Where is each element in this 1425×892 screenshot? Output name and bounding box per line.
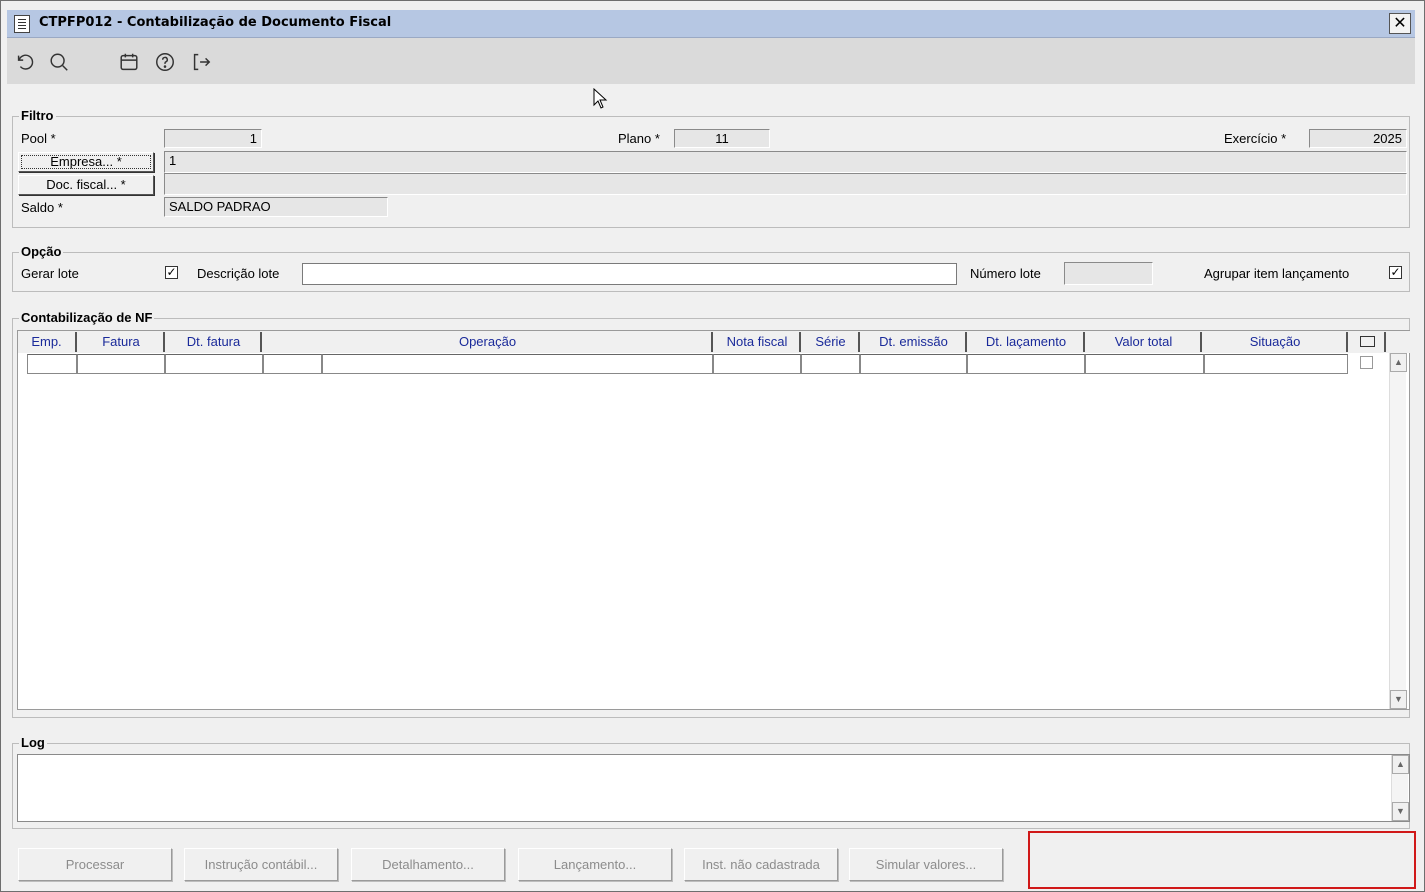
agrupar-checkbox[interactable]: ✓ xyxy=(1389,266,1402,279)
col-valor-total[interactable]: Valor total xyxy=(1087,332,1202,352)
col-situacao[interactable]: Situação xyxy=(1204,332,1348,352)
title-bar: CTPFP012 - Contabilização de Documento F… xyxy=(7,10,1415,38)
pool-label: Pool * xyxy=(21,131,56,146)
log-scrollbar[interactable]: ▲ ▼ xyxy=(1391,755,1409,821)
nf-grid: Emp. Fatura Dt. fatura Operação Nota fis… xyxy=(17,330,1411,710)
cell-dt-lancamento[interactable] xyxy=(967,354,1085,374)
cell-nota-fiscal[interactable] xyxy=(713,354,801,374)
col-serie[interactable]: Série xyxy=(803,332,860,352)
highlight-box xyxy=(1028,831,1416,889)
cell-valor-total[interactable] xyxy=(1085,354,1204,374)
document-icon xyxy=(14,15,30,33)
exit-icon[interactable] xyxy=(189,50,213,74)
log-legend: Log xyxy=(19,735,47,750)
plano-field[interactable]: 11 xyxy=(674,129,770,148)
grid-scrollbar[interactable]: ▲ ▼ xyxy=(1389,353,1407,709)
gerar-lote-label: Gerar lote xyxy=(21,266,79,281)
log-textarea[interactable] xyxy=(17,754,1410,822)
close-button[interactable]: ✕ xyxy=(1389,13,1411,34)
search-icon[interactable] xyxy=(47,50,71,74)
filtro-legend: Filtro xyxy=(19,108,56,123)
exercicio-field[interactable]: 2025 xyxy=(1309,129,1407,148)
cell-dt-fatura[interactable] xyxy=(165,354,263,374)
calendar-icon[interactable] xyxy=(117,50,141,74)
undo-icon[interactable] xyxy=(13,50,37,74)
grid-scroll-down-button[interactable]: ▼ xyxy=(1390,690,1407,709)
saldo-label: Saldo * xyxy=(21,200,63,215)
window-title: CTPFP012 - Contabilização de Documento F… xyxy=(39,15,392,30)
saldo-field[interactable]: SALDO PADRAO xyxy=(164,197,388,217)
col-dt-fatura[interactable]: Dt. fatura xyxy=(167,332,262,352)
cell-dt-emissao[interactable] xyxy=(860,354,967,374)
col-emp[interactable]: Emp. xyxy=(18,332,77,352)
mouse-cursor-icon xyxy=(593,88,608,109)
empresa-field[interactable]: 1 xyxy=(164,151,1407,173)
numero-lote-field[interactable] xyxy=(1064,262,1153,285)
instrucao-contabil-button[interactable]: Instrução contábil... xyxy=(184,848,338,881)
log-scroll-up-button[interactable]: ▲ xyxy=(1392,755,1409,774)
plano-label: Plano * xyxy=(618,131,660,146)
col-select-all[interactable] xyxy=(1350,332,1386,352)
exercicio-label: Exercício * xyxy=(1224,131,1287,146)
cell-operacao-code[interactable] xyxy=(263,354,322,374)
contabilizacao-legend: Contabilização de NF xyxy=(19,310,155,325)
select-all-icon xyxy=(1359,336,1375,347)
col-operacao[interactable]: Operação xyxy=(264,332,713,352)
help-icon[interactable] xyxy=(153,50,177,74)
doc-fiscal-field[interactable] xyxy=(164,173,1407,195)
grid-header: Emp. Fatura Dt. fatura Operação Nota fis… xyxy=(18,331,1411,353)
col-dt-emissao[interactable]: Dt. emissão xyxy=(862,332,967,352)
cell-emp[interactable] xyxy=(27,354,77,374)
doc-fiscal-button[interactable]: Doc. fiscal... * xyxy=(18,175,154,195)
pool-field[interactable]: 1 xyxy=(164,129,262,148)
simular-valores-button[interactable]: Simular valores... xyxy=(849,848,1003,881)
descricao-lote-input[interactable] xyxy=(302,263,957,285)
inst-nao-cadastrada-button[interactable]: Inst. não cadastrada xyxy=(684,848,838,881)
cell-operacao[interactable] xyxy=(322,354,713,374)
empresa-button[interactable]: Empresa... * xyxy=(18,152,154,172)
col-dt-lancamento[interactable]: Dt. laçamento xyxy=(969,332,1085,352)
opcao-legend: Opção xyxy=(19,244,64,259)
descricao-lote-label: Descrição lote xyxy=(197,266,280,281)
numero-lote-label: Número lote xyxy=(970,266,1041,281)
cell-fatura[interactable] xyxy=(77,354,165,374)
detalhamento-button[interactable]: Detalhamento... xyxy=(351,848,505,881)
app-window: CTPFP012 - Contabilização de Documento F… xyxy=(0,0,1425,892)
grid-scroll-up-button[interactable]: ▲ xyxy=(1390,353,1407,372)
lancamento-button[interactable]: Lançamento... xyxy=(518,848,672,881)
cell-serie[interactable] xyxy=(801,354,860,374)
col-fatura[interactable]: Fatura xyxy=(79,332,165,352)
processar-button[interactable]: Processar xyxy=(18,848,172,881)
col-nota-fiscal[interactable]: Nota fiscal xyxy=(715,332,801,352)
row-checkbox[interactable] xyxy=(1360,356,1373,369)
log-scroll-down-button[interactable]: ▼ xyxy=(1392,802,1409,821)
cell-situacao[interactable] xyxy=(1204,354,1348,374)
gerar-lote-checkbox[interactable]: ✓ xyxy=(165,266,178,279)
toolbar xyxy=(7,38,1415,84)
agrupar-label: Agrupar item lançamento xyxy=(1204,266,1350,281)
